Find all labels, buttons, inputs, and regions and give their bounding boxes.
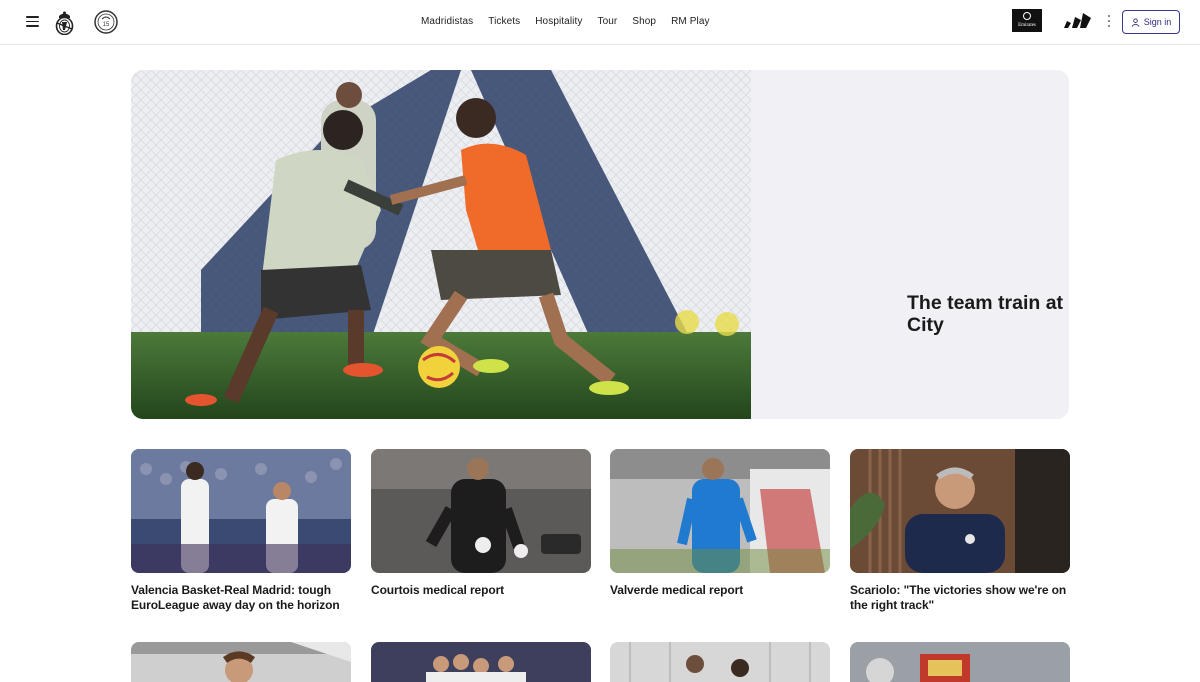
adidas-logo[interactable]: [1063, 11, 1093, 30]
news-card[interactable]: [371, 642, 591, 682]
sign-in-button[interactable]: Sign in: [1122, 10, 1180, 34]
news-card-image[interactable]: [850, 449, 1070, 573]
nav-tickets[interactable]: Tickets: [488, 16, 520, 27]
news-card[interactable]: Courtois medical report: [371, 449, 591, 598]
news-card-image[interactable]: [610, 449, 830, 573]
news-card-image[interactable]: [131, 449, 351, 573]
news-card-image[interactable]: [371, 642, 591, 682]
news-card[interactable]: Valverde medical report: [610, 449, 830, 598]
emirates-emblem: [1023, 12, 1031, 20]
emirates-text: Emirates: [1018, 23, 1036, 28]
club-crest-icon[interactable]: [55, 10, 74, 35]
site-header: 15 Madridistas Tickets Hospitality Tour …: [0, 0, 1200, 45]
nav-rm-play[interactable]: RM Play: [671, 16, 709, 27]
news-card[interactable]: [850, 642, 1070, 682]
emirates-logo[interactable]: Emirates: [1012, 9, 1042, 32]
nav-tour[interactable]: Tour: [597, 16, 617, 27]
news-card-image[interactable]: [131, 642, 351, 682]
news-card[interactable]: Valencia Basket-Real Madrid: tough EuroL…: [131, 449, 351, 613]
hero-image[interactable]: [131, 70, 751, 419]
user-icon: [1131, 17, 1140, 27]
main-nav: Madridistas Tickets Hospitality Tour Sho…: [421, 16, 725, 27]
news-card-image[interactable]: [850, 642, 1070, 682]
news-card-title[interactable]: Courtois medical report: [371, 583, 591, 598]
news-card[interactable]: [131, 642, 351, 682]
news-card[interactable]: [610, 642, 830, 682]
hero-title[interactable]: The team train at Real Madrid City: [907, 292, 1069, 336]
news-card-title[interactable]: Scariolo: "The victories show we're on t…: [850, 583, 1070, 613]
news-card-image[interactable]: [371, 449, 591, 573]
nav-madridistas[interactable]: Madridistas: [421, 16, 473, 27]
news-card[interactable]: Scariolo: "The victories show we're on t…: [850, 449, 1070, 613]
news-card-title[interactable]: Valverde medical report: [610, 583, 830, 598]
news-card-image[interactable]: [610, 642, 830, 682]
hero-story[interactable]: The team train at Real Madrid City: [131, 70, 1069, 419]
badge-number: 15: [103, 22, 110, 28]
nav-hospitality[interactable]: Hospitality: [535, 16, 582, 27]
fifteen-badge-icon[interactable]: 15: [94, 10, 118, 34]
menu-icon[interactable]: [26, 15, 39, 27]
sign-in-label: Sign in: [1143, 17, 1172, 27]
nav-shop[interactable]: Shop: [632, 16, 656, 27]
news-card-title[interactable]: Valencia Basket-Real Madrid: tough EuroL…: [131, 583, 351, 613]
more-vert-icon[interactable]: [1106, 14, 1112, 29]
